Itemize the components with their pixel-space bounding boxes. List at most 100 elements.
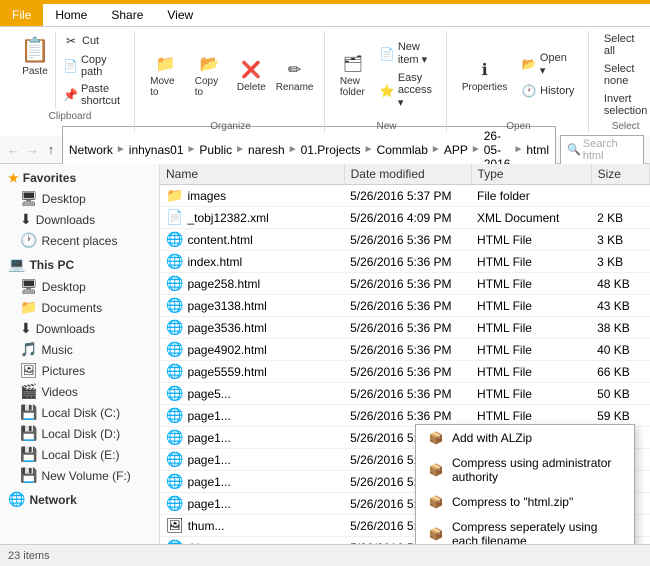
ctx-item-add_alzip[interactable]: 📦 Add with ALZip (416, 425, 634, 451)
cell-name: 🌐page1... (160, 405, 344, 427)
clipboard-buttons: 📋 Paste ✂ Cut 📄 Copy path 📌 Paste shortc… (14, 31, 126, 109)
table-row[interactable]: 🌐page3138.html 5/26/2016 5:36 PM HTML Fi… (160, 295, 650, 317)
paste-button[interactable]: 📋 Paste (14, 31, 56, 109)
nav-videos[interactable]: 🎬 Videos (0, 381, 159, 402)
new-folder-button[interactable]: 🗂 New folder (335, 49, 371, 101)
open-button[interactable]: 📂 Open ▾ (516, 50, 580, 79)
path-sep-3: ► (235, 144, 245, 155)
nav-music[interactable]: 🎵 Music (0, 339, 159, 360)
file-icon: 📄 (166, 209, 183, 226)
this-pc-header[interactable]: 💻 This PC (0, 253, 159, 276)
table-row[interactable]: 🌐page258.html 5/26/2016 5:36 PM HTML Fil… (160, 273, 650, 295)
table-row[interactable]: 🌐page3536.html 5/26/2016 5:36 PM HTML Fi… (160, 317, 650, 339)
tab-view[interactable]: View (155, 4, 205, 26)
cell-size: 66 KB (591, 361, 649, 383)
open-label: Open (506, 121, 530, 132)
nav-pc-downloads[interactable]: ⬇ Downloads (0, 318, 159, 339)
tab-home[interactable]: Home (43, 4, 99, 26)
delete-button[interactable]: ❌ Delete (233, 55, 269, 96)
file-icon: 🖼 (166, 517, 184, 534)
cell-name: 🌐page5559.html (160, 361, 344, 383)
file-icon: 🌐 (166, 473, 183, 490)
nav-desktop[interactable]: 🖥 Desktop (0, 188, 159, 209)
tab-file[interactable]: File (0, 4, 43, 26)
history-icon: 🕐 (521, 83, 537, 99)
nav-local-e[interactable]: 💾 Local Disk (E:) (0, 444, 159, 465)
nav-pc-desktop[interactable]: 🖥 Desktop (0, 276, 159, 297)
col-date[interactable]: Date modified (344, 164, 471, 185)
file-icon: 🌐 (166, 275, 183, 292)
documents-icon: 📁 (20, 299, 37, 316)
path-html: html (526, 143, 549, 157)
cell-size: 38 KB (591, 317, 649, 339)
search-placeholder: Search html (583, 138, 637, 162)
invert-selection-button[interactable]: Invert selection (599, 91, 650, 119)
rename-button[interactable]: ✏ Rename (273, 55, 316, 96)
move-to-button[interactable]: 📁 Move to (145, 49, 186, 101)
nav-documents[interactable]: 📁 Documents (0, 297, 159, 318)
paste-icon: 📋 (19, 34, 51, 66)
select-all-button[interactable]: Select all (599, 31, 650, 59)
ctx-item-compress_admin[interactable]: 📦Compress using administrator authority (416, 451, 634, 489)
nav-pictures[interactable]: 🖼 Pictures (0, 360, 159, 381)
network-header[interactable]: 🌐 Network (0, 488, 159, 511)
cell-name: 🌐page1... (160, 427, 344, 449)
disk-d-icon: 💾 (20, 425, 37, 442)
ctx-item-compress_zip[interactable]: 📦Compress to "html.zip" (416, 489, 634, 515)
ctx-label-add_alzip: Add with ALZip (452, 431, 532, 445)
search-box[interactable]: 🔍 Search html (560, 135, 644, 165)
cell-type: HTML File (471, 361, 591, 383)
table-row[interactable]: 🌐page5559.html 5/26/2016 5:36 PM HTML Fi… (160, 361, 650, 383)
table-row[interactable]: 🌐content.html 5/26/2016 5:36 PM HTML Fil… (160, 229, 650, 251)
new-label: New (376, 121, 396, 132)
desktop-icon: 🖥 (20, 190, 38, 207)
favorites-header[interactable]: ★ Favorites (0, 168, 159, 188)
up-button[interactable]: ↑ (44, 140, 58, 160)
tab-share[interactable]: Share (99, 4, 155, 26)
ctx-item-compress_each[interactable]: 📦Compress seperately using each filename (416, 515, 634, 544)
select-none-button[interactable]: Select none (599, 61, 650, 89)
easy-access-button[interactable]: ⭐ Easy access ▾ (375, 70, 438, 111)
cell-name: 🌐content.html (160, 229, 344, 251)
nav-local-c[interactable]: 💾 Local Disk (C:) (0, 402, 159, 423)
cut-button[interactable]: ✂ Cut (58, 31, 126, 51)
back-button[interactable]: ← (6, 140, 21, 160)
copy-path-button[interactable]: 📄 Copy path (58, 52, 126, 80)
nav-new-volume[interactable]: 💾 New Volume (F:) (0, 465, 159, 486)
move-to-icon: 📁 (153, 52, 177, 76)
history-button[interactable]: 🕐 History (516, 81, 580, 101)
path-app: APP (444, 143, 468, 157)
ctx-label-compress_zip: Compress to "html.zip" (452, 495, 573, 509)
properties-button[interactable]: ℹ Properties (457, 55, 512, 96)
cell-size (591, 185, 649, 207)
nav-local-d[interactable]: 💾 Local Disk (D:) (0, 423, 159, 444)
path-sep-7: ► (471, 144, 481, 155)
table-row[interactable]: 🌐page5... 5/26/2016 5:36 PM HTML File 50… (160, 383, 650, 405)
cell-type: File folder (471, 185, 591, 207)
cell-date: 5/26/2016 5:36 PM (344, 229, 471, 251)
cell-size: 2 KB (591, 207, 649, 229)
table-row[interactable]: 📁images 5/26/2016 5:37 PM File folder (160, 185, 650, 207)
paste-shortcut-icon: 📌 (63, 87, 78, 103)
address-bar: ← → ↑ Network ► inhynas01 ► Public ► nar… (0, 136, 650, 164)
nav-recent-places[interactable]: 🕐 Recent places (0, 230, 159, 251)
cell-type: HTML File (471, 251, 591, 273)
file-icon: 📁 (166, 187, 183, 204)
new-item-button[interactable]: 📄 New item ▾ (375, 39, 438, 68)
ctx-icon-add_alzip: 📦 (428, 430, 444, 446)
table-row[interactable]: 📄_tobj12382.xml 5/26/2016 4:09 PM XML Do… (160, 207, 650, 229)
table-row[interactable]: 🌐page4902.html 5/26/2016 5:36 PM HTML Fi… (160, 339, 650, 361)
forward-button[interactable]: → (25, 140, 40, 160)
copy-to-button[interactable]: 📂 Copy to (190, 49, 230, 101)
table-row[interactable]: 🌐index.html 5/26/2016 5:36 PM HTML File … (160, 251, 650, 273)
paste-shortcut-button[interactable]: 📌 Paste shortcut (58, 81, 126, 109)
col-type[interactable]: Type (471, 164, 591, 185)
col-name[interactable]: Name (160, 164, 344, 185)
ctx-icon-compress_admin: 📦 (428, 462, 444, 478)
cell-name: 🌐index.html (160, 251, 344, 273)
nav-downloads[interactable]: ⬇ Downloads (0, 209, 159, 230)
file-icon: 🌐 (166, 429, 183, 446)
file-table-header: Name Date modified Type Size (160, 164, 650, 185)
path-sep-1: ► (116, 144, 126, 155)
col-size[interactable]: Size (591, 164, 649, 185)
